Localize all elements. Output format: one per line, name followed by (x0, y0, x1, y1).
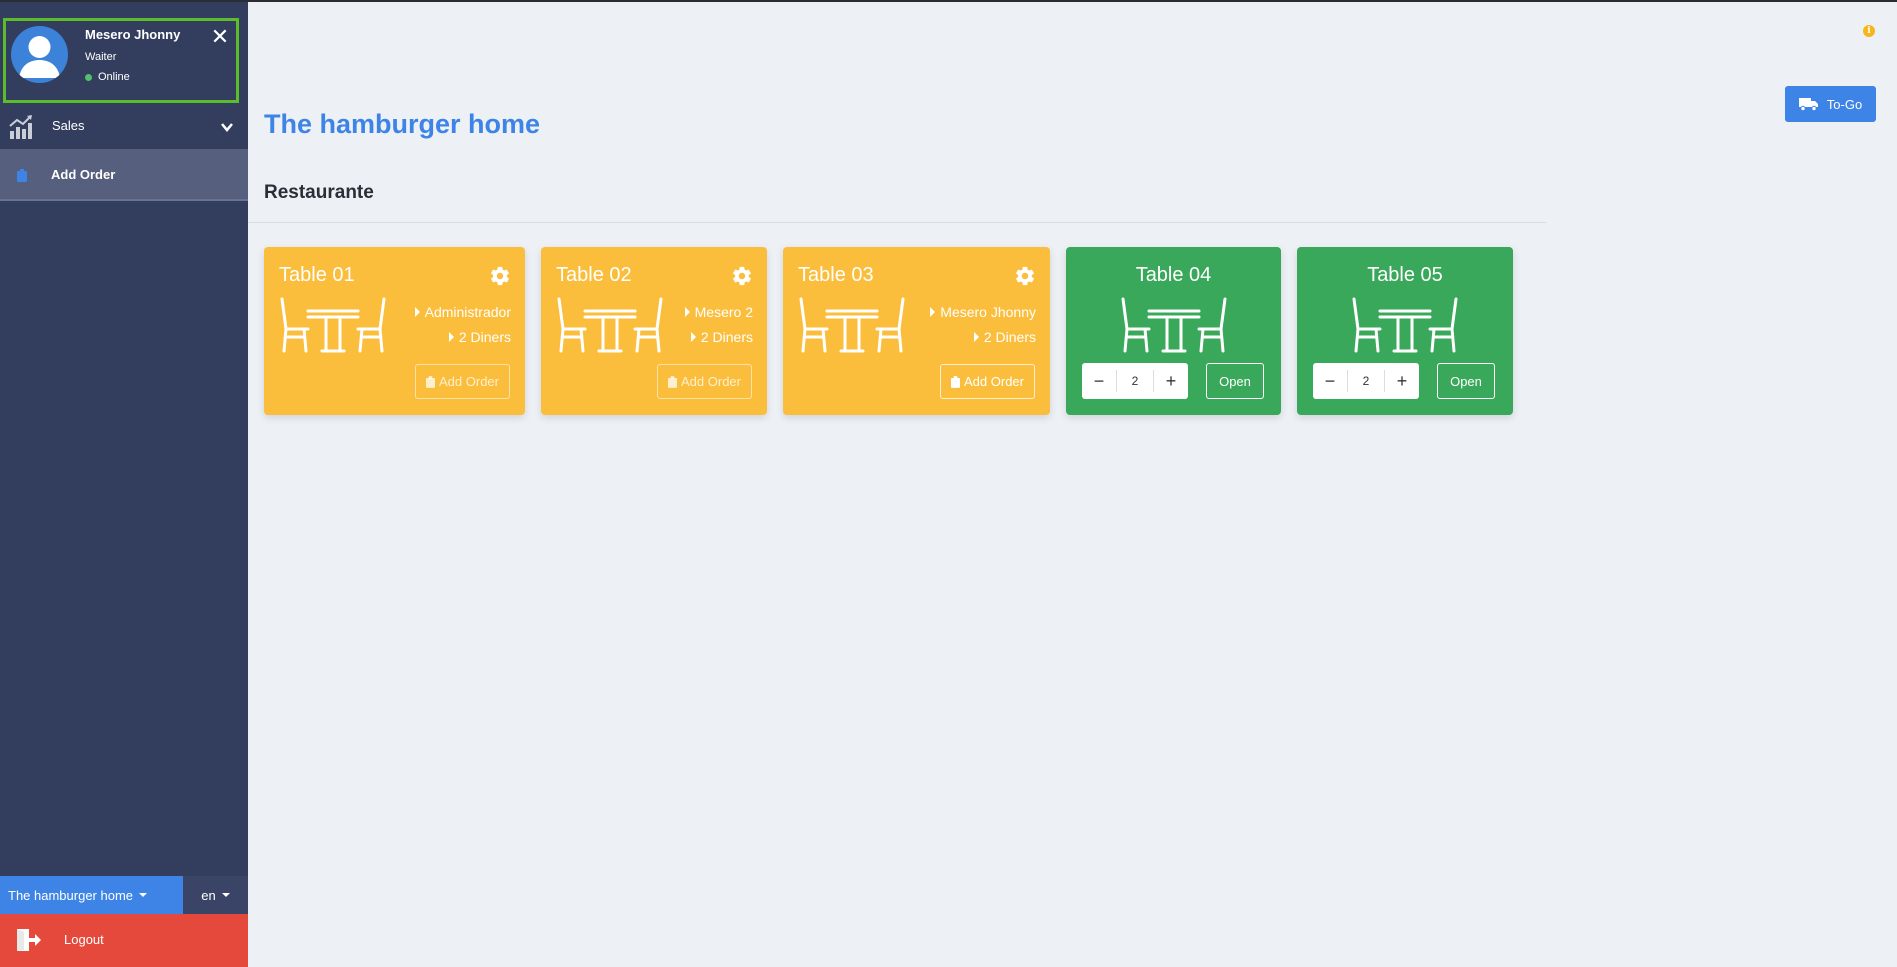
logout-icon (17, 929, 41, 951)
minus-icon: − (1324, 370, 1336, 391)
online-status-icon (85, 73, 92, 81)
decrement-button[interactable]: − (1313, 363, 1347, 399)
sidebar-item-label: Add Order (51, 167, 116, 182)
clipboard-icon (668, 375, 678, 388)
plus-icon: + (1165, 370, 1177, 391)
clipboard-icon (17, 169, 27, 182)
table-name: Table 01 (279, 264, 355, 286)
page-title: The hamburger home (264, 109, 541, 139)
table-diners-label: 2 Diners (700, 329, 753, 345)
add-order-label: Add Order (964, 374, 1024, 389)
open-table-button[interactable]: Open (1206, 363, 1264, 399)
language-selector[interactable]: en (183, 876, 248, 914)
caret-right-icon (414, 307, 420, 317)
avatar (11, 26, 68, 83)
caret-right-icon (684, 307, 690, 317)
togo-button[interactable]: To-Go (1785, 86, 1876, 122)
user-name: Mesero Jhonny (85, 27, 181, 42)
section-title: Restaurante (264, 182, 374, 203)
table-name: Table 04 (1135, 264, 1212, 286)
gear-icon[interactable] (1014, 265, 1036, 287)
table-diners-label: 2 Diners (983, 329, 1036, 345)
logout-label: Logout (64, 932, 104, 947)
table-card-01[interactable]: Table 01 Administrador 2 Diners Add Orde… (264, 247, 525, 415)
window-top-border (0, 0, 1897, 2)
diners-stepper[interactable]: − 2 + (1313, 363, 1419, 399)
language-selector-label: en (201, 887, 216, 903)
user-status: Online (85, 71, 130, 83)
table-chairs-icon (1352, 297, 1458, 353)
table-chairs-icon (799, 297, 905, 353)
table-diners-label: 2 Diners (458, 329, 511, 345)
restaurant-selector-label: The hamburger home (8, 887, 134, 903)
increment-button[interactable]: + (1154, 363, 1188, 399)
table-waiter-label: Mesero Jhonny (940, 304, 1036, 320)
chevron-down-icon (221, 123, 233, 132)
user-role: Waiter (85, 51, 117, 63)
sidebar-item-add-order[interactable]: Add Order (0, 149, 248, 201)
clipboard-icon (951, 375, 961, 388)
table-card-04[interactable]: Table 04 − 2 + Open (1066, 247, 1281, 415)
add-order-button[interactable]: Add Order (940, 364, 1035, 399)
logout-button[interactable]: Logout (0, 914, 248, 967)
diners-input[interactable]: 2 (1116, 370, 1154, 392)
minus-icon: − (1093, 370, 1105, 391)
table-chairs-icon (280, 297, 386, 353)
table-diners: 2 Diners (448, 329, 511, 345)
increment-button[interactable]: + (1385, 363, 1419, 399)
caret-right-icon (690, 332, 696, 342)
table-card-02[interactable]: Table 02 Mesero 2 2 Diners Add Order (541, 247, 767, 415)
add-order-button[interactable]: Add Order (657, 364, 752, 399)
gear-icon[interactable] (489, 265, 511, 287)
table-card-05[interactable]: Table 05 − 2 + Open (1297, 247, 1513, 415)
table-chairs-icon (557, 297, 663, 353)
close-icon: ✕ (210, 24, 230, 49)
table-diners: 2 Diners (690, 329, 753, 345)
table-chairs-icon (1121, 297, 1226, 353)
sidebar-item-sales[interactable]: Sales (0, 108, 248, 148)
caret-right-icon (930, 307, 936, 317)
add-order-label: Add Order (681, 374, 741, 389)
close-sidebar-button[interactable]: ✕ (210, 24, 230, 49)
table-waiter-label: Administrador (424, 304, 511, 320)
user-avatar-icon (19, 36, 60, 78)
user-profile-card: Mesero Jhonny Waiter Online ✕ (3, 18, 239, 103)
sidebar: Mesero Jhonny Waiter Online ✕ Sales Add … (0, 2, 248, 967)
table-waiter: Administrador (414, 304, 511, 320)
plus-icon: + (1396, 370, 1408, 391)
caret-down-icon (221, 893, 230, 897)
table-name: Table 05 (1367, 264, 1443, 286)
table-waiter-label: Mesero 2 (694, 304, 753, 320)
caret-down-icon (139, 893, 148, 897)
table-name: Table 03 (798, 264, 874, 286)
user-status-label: Online (98, 71, 130, 83)
chart-icon (9, 115, 32, 139)
info-icon[interactable]: i (1863, 25, 1875, 37)
caret-right-icon (448, 332, 454, 342)
add-order-label: Add Order (439, 374, 499, 389)
sidebar-footer: The hamburger home en (0, 876, 248, 914)
table-waiter: Mesero Jhonny (930, 304, 1036, 320)
section-divider (248, 222, 1546, 223)
restaurant-selector[interactable]: The hamburger home (0, 876, 183, 914)
table-name: Table 02 (556, 264, 632, 286)
sidebar-item-label: Sales (52, 118, 85, 133)
togo-label: To-Go (1826, 96, 1863, 112)
gear-icon[interactable] (731, 265, 753, 287)
clipboard-icon (426, 375, 436, 388)
caret-right-icon (973, 332, 979, 342)
diners-input[interactable]: 2 (1347, 370, 1385, 392)
diners-stepper[interactable]: − 2 + (1082, 363, 1188, 399)
table-waiter: Mesero 2 (684, 304, 753, 320)
table-diners: 2 Diners (973, 329, 1036, 345)
table-card-03[interactable]: Table 03 Mesero Jhonny 2 Diners Add Orde… (783, 247, 1050, 415)
add-order-button[interactable]: Add Order (415, 364, 510, 399)
open-table-button[interactable]: Open (1437, 363, 1495, 399)
decrement-button[interactable]: − (1082, 363, 1116, 399)
delivery-truck-icon (1798, 98, 1818, 111)
